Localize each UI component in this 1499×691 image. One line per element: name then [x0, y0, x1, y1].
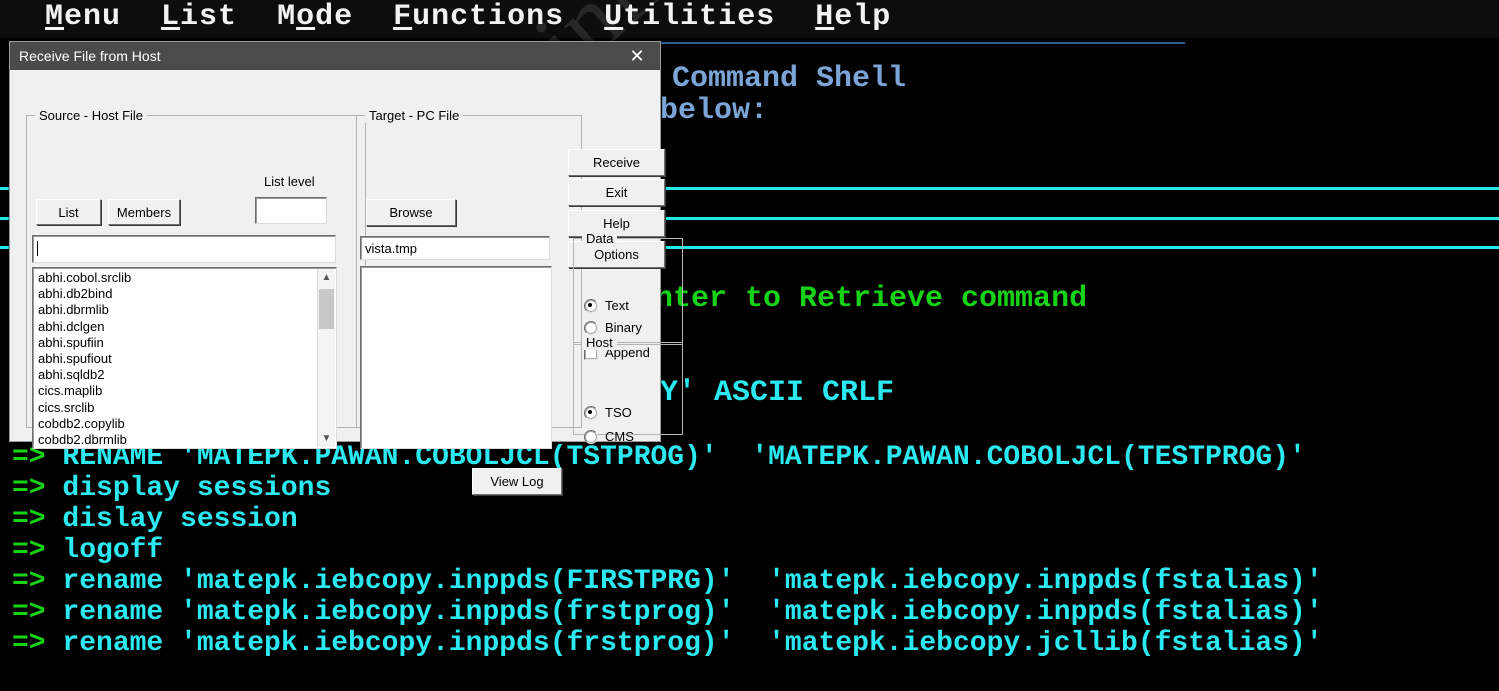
radio-indicator-cms [584, 429, 598, 444]
chevron-up-icon[interactable]: ▲ [318, 269, 335, 286]
radio-indicator-tso [584, 405, 598, 420]
target-group-label: Target - PC File [365, 108, 464, 123]
command-history-line: => display sessions [12, 473, 331, 504]
blue-divider [660, 42, 1185, 44]
command-prompt: => [12, 535, 46, 566]
radio-indicator-text [584, 298, 598, 313]
radio-label-binary: Binary [605, 320, 642, 335]
list-item[interactable]: abhi.cobol.srclib [36, 270, 308, 286]
command-history-line: => rename 'matepk.iebcopy.inppds(frstpro… [12, 628, 1323, 659]
list-item[interactable]: cics.maplib [36, 383, 308, 399]
menu-item-menu[interactable]: Menu [45, 0, 121, 34]
radio-data-binary[interactable]: Binary [584, 320, 642, 335]
command-prompt: => [12, 597, 46, 628]
command-text: rename 'matepk.iebcopy.inppds(FIRSTPRG)'… [45, 566, 1323, 597]
command-text: dislay session [45, 504, 298, 535]
radio-data-text[interactable]: Text [584, 298, 629, 313]
receive-button[interactable]: Receive [568, 149, 665, 176]
terminal-text-command-shell: Command Shell [672, 62, 907, 96]
command-history-line: => rename 'matepk.iebcopy.inppds(frstpro… [12, 597, 1323, 628]
menu-bar-items: Menu List Mode Functions Utilities Help [45, 0, 931, 34]
exit-button[interactable]: Exit [568, 179, 665, 206]
radio-label-cms: CMS [605, 429, 634, 444]
terminal-text-ascii: Y' ASCII CRLF [660, 376, 895, 410]
view-log-button[interactable]: View Log [472, 468, 562, 495]
menu-bar: Menu List Mode Functions Utilities Help [0, 0, 1499, 38]
menu-item-mode[interactable]: Mode [277, 0, 353, 34]
list-level-label: List level [264, 174, 315, 189]
dialog-title-bar: Receive File from Host ✕ [10, 42, 660, 70]
list-item[interactable]: abhi.spufiin [36, 335, 308, 351]
host-group-label: Host [582, 335, 617, 350]
menu-item-list[interactable]: List [161, 0, 237, 34]
data-group-label: Data [582, 231, 618, 246]
list-item[interactable]: abhi.sqldb2 [36, 367, 308, 383]
command-text: rename 'matepk.iebcopy.inppds(frstprog)'… [45, 597, 1323, 628]
radio-label-text: Text [605, 298, 629, 313]
command-prompt: => [12, 566, 46, 597]
listbox-scrollbar[interactable]: ▲ ▼ [317, 269, 335, 447]
list-item[interactable]: abhi.dbrmlib [36, 302, 308, 318]
menu-item-functions[interactable]: Functions [393, 0, 564, 34]
receive-file-dialog: Receive File from Host ✕ Source - Host F… [9, 41, 683, 495]
list-item[interactable]: abhi.db2bind [36, 286, 308, 302]
members-button[interactable]: Members [108, 199, 180, 225]
list-button[interactable]: List [36, 199, 101, 225]
menu-item-help[interactable]: Help [815, 0, 891, 34]
list-item[interactable]: abhi.spufiout [36, 351, 308, 367]
source-host-file-input[interactable] [32, 235, 336, 263]
command-history-line: => dislay session [12, 504, 298, 535]
command-history-line: => logoff [12, 535, 163, 566]
command-text: display sessions [45, 473, 332, 504]
command-prompt: => [12, 628, 46, 659]
list-item[interactable]: cobdb2.dbrmlib [36, 432, 308, 448]
close-icon[interactable]: ✕ [614, 42, 660, 70]
dialog-title: Receive File from Host [19, 48, 161, 64]
radio-indicator-binary [584, 320, 598, 335]
list-item[interactable]: abhi.dclgen [36, 319, 308, 335]
command-prompt: => [12, 473, 46, 504]
dataset-listbox[interactable]: abhi.cobol.srclib abhi.db2bind abhi.dbrmli… [32, 267, 337, 449]
command-text: rename 'matepk.iebcopy.inppds(frstprog)'… [45, 628, 1323, 659]
scrollbar-thumb[interactable] [319, 289, 334, 329]
browse-button[interactable]: Browse [366, 199, 456, 226]
radio-label-tso: TSO [605, 405, 632, 420]
radio-host-tso[interactable]: TSO [584, 405, 632, 420]
terminal-text-retrieve: nter to Retrieve command [655, 282, 1088, 316]
chevron-down-icon[interactable]: ▼ [318, 430, 335, 447]
list-item[interactable]: cobdb2.copylib [36, 416, 308, 432]
host-group: Host [573, 335, 683, 435]
terminal-text-below: below: [660, 94, 769, 128]
command-text: logoff [45, 535, 164, 566]
command-prompt: => [12, 504, 46, 535]
target-memo-box[interactable] [360, 266, 552, 449]
target-pc-file-input[interactable]: vista.tmp [360, 236, 550, 260]
radio-host-cms[interactable]: CMS [584, 429, 634, 444]
source-group-label: Source - Host File [35, 108, 148, 123]
menu-item-utilities[interactable]: Utilities [604, 0, 775, 34]
dataset-list-items: abhi.cobol.srclib abhi.db2bind abhi.dbrmli… [36, 270, 308, 448]
list-item[interactable]: cics.srclib [36, 400, 308, 416]
list-level-input[interactable] [255, 197, 327, 224]
dialog-body: Source - Host File List level List Membe… [10, 70, 683, 495]
command-history-line: => rename 'matepk.iebcopy.inppds(FIRSTPR… [12, 566, 1323, 597]
text-caret [37, 241, 38, 256]
